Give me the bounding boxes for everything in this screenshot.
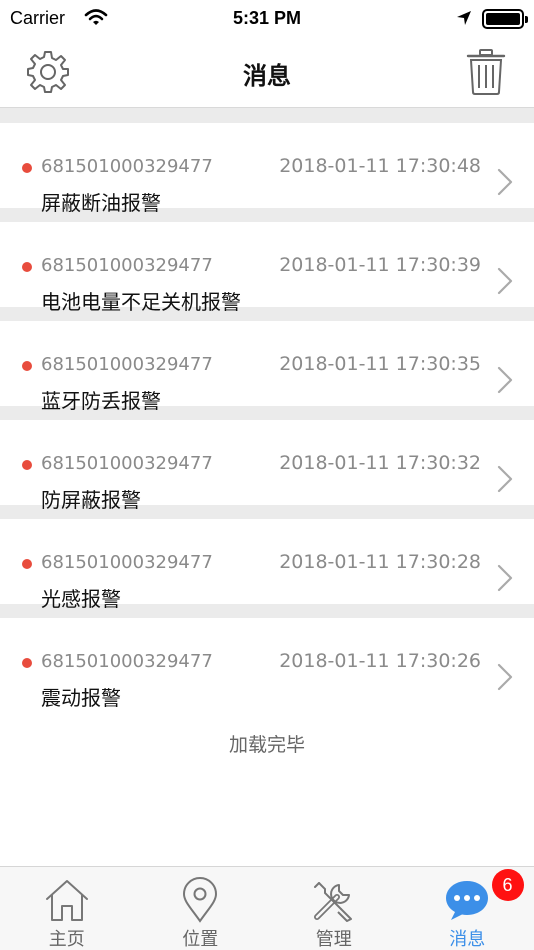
alarm-type: 蓝牙防丢报警 — [41, 389, 161, 413]
unread-dot — [22, 658, 32, 668]
message-timestamp: 2018-01-11 17:30:35 — [279, 353, 481, 375]
unread-dot — [22, 460, 32, 470]
device-id: 681501000329477 — [41, 255, 213, 276]
message-row[interactable]: 681501000329477 2018-01-11 17:30:35 蓝牙防丢… — [0, 321, 534, 413]
tab-label: 消息 — [449, 929, 486, 950]
device-id: 681501000329477 — [41, 453, 213, 474]
chevron-right-icon — [496, 465, 514, 497]
location-services-icon — [456, 10, 472, 30]
tab-home[interactable]: 主页 — [0, 867, 134, 950]
message-row[interactable]: 681501000329477 2018-01-11 17:30:48 屏蔽断油… — [0, 123, 534, 215]
alarm-type: 防屏蔽报警 — [41, 488, 141, 512]
navigation-bar: 消息 — [0, 40, 534, 108]
clock-time: 5:31 PM — [232, 8, 302, 28]
tab-label: 位置 — [182, 929, 219, 950]
tab-label: 管理 — [315, 929, 352, 950]
trash-icon — [466, 48, 506, 100]
device-id: 681501000329477 — [41, 156, 213, 177]
tab-label: 主页 — [48, 929, 85, 950]
list-separator — [0, 108, 534, 123]
tools-icon — [267, 875, 401, 925]
delete-all-button[interactable] — [460, 46, 512, 102]
message-row[interactable]: 681501000329477 2018-01-11 17:30:28 光感报警 — [0, 519, 534, 611]
chevron-right-icon — [496, 168, 514, 200]
message-timestamp: 2018-01-11 17:30:28 — [279, 551, 481, 573]
device-id: 681501000329477 — [41, 651, 213, 672]
alarm-type: 电池电量不足关机报警 — [41, 290, 241, 314]
alarm-type: 光感报警 — [41, 587, 121, 611]
unread-count-badge: 6 — [491, 869, 524, 901]
tab-manage[interactable]: 管理 — [267, 867, 401, 950]
chevron-right-icon — [496, 663, 514, 695]
unread-dot — [22, 559, 32, 569]
alarm-type: 屏蔽断油报警 — [41, 191, 161, 215]
unread-dot — [22, 163, 32, 173]
status-bar: Carrier 5:31 PM — [0, 0, 534, 40]
unread-dot — [22, 361, 32, 371]
battery-icon — [482, 9, 528, 29]
page-title: 消息 — [243, 62, 291, 90]
message-timestamp: 2018-01-11 17:30:26 — [279, 650, 481, 672]
home-icon — [0, 875, 134, 925]
message-timestamp: 2018-01-11 17:30:32 — [279, 452, 481, 474]
tab-messages[interactable]: 6 消息 — [401, 867, 534, 950]
message-row[interactable]: 681501000329477 2018-01-11 17:30:32 防屏蔽报… — [0, 420, 534, 512]
device-id: 681501000329477 — [41, 354, 213, 375]
device-id: 681501000329477 — [41, 552, 213, 573]
message-list: 681501000329477 2018-01-11 17:30:48 屏蔽断油… — [0, 108, 534, 866]
message-timestamp: 2018-01-11 17:30:48 — [279, 155, 481, 177]
tab-bar: 主页 位置 管理 6 消息 — [0, 866, 534, 950]
chevron-right-icon — [496, 564, 514, 596]
unread-dot — [22, 262, 32, 272]
chevron-right-icon — [496, 267, 514, 299]
load-complete-text: 加载完毕 — [228, 734, 305, 756]
tab-location[interactable]: 位置 — [134, 867, 268, 950]
message-timestamp: 2018-01-11 17:30:39 — [279, 254, 481, 276]
chevron-right-icon — [496, 366, 514, 398]
message-row[interactable]: 681501000329477 2018-01-11 17:30:39 电池电量… — [0, 222, 534, 314]
alarm-type: 震动报警 — [41, 686, 121, 710]
location-pin-icon — [134, 875, 268, 925]
message-row[interactable]: 681501000329477 2018-01-11 17:30:26 震动报警 — [0, 618, 534, 710]
